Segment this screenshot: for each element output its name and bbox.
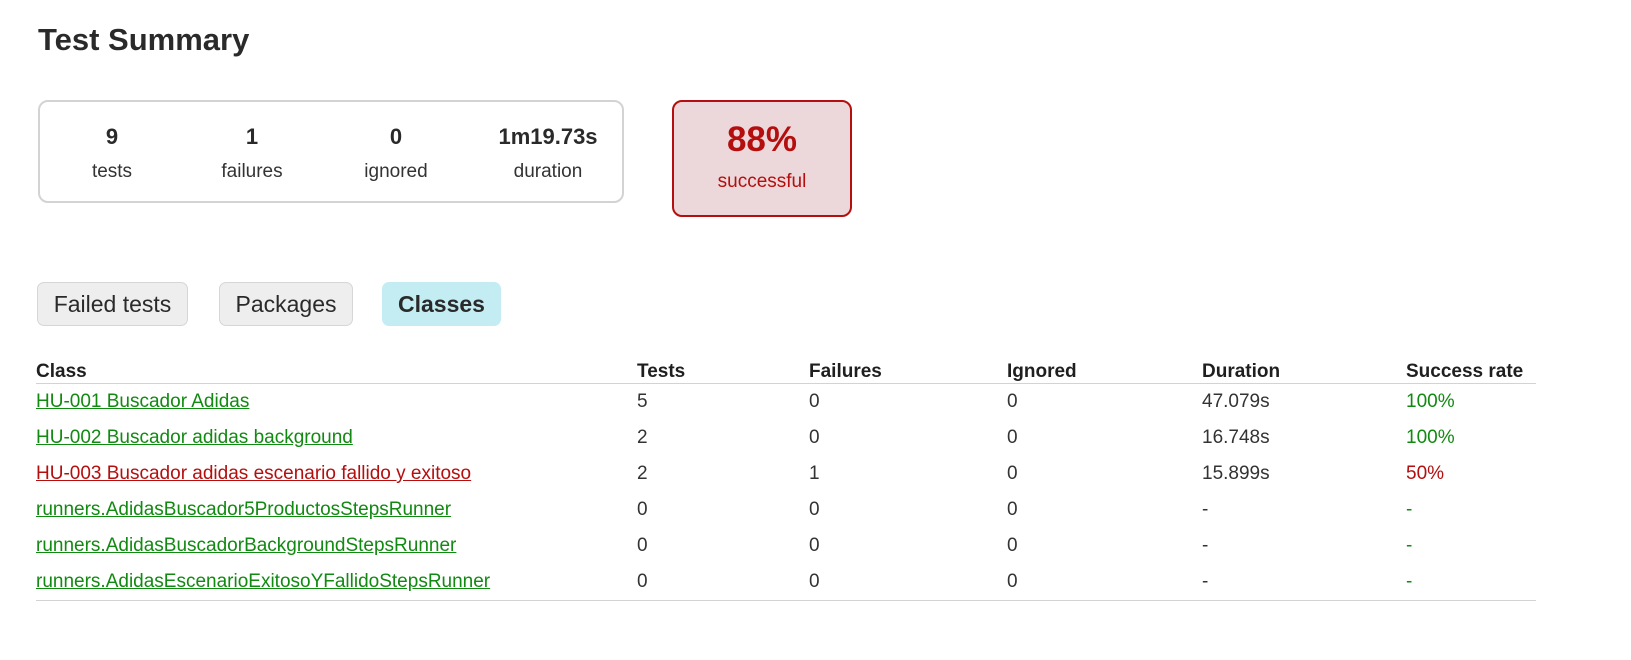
failures-cell: 0 — [809, 535, 820, 556]
success-rate-cell: - — [1406, 535, 1413, 556]
summary-box: 9 tests 1 failures 0 ignored 1m19.73s du… — [38, 100, 624, 203]
table-row: HU-002 Buscador adidas background 2 0 0 … — [36, 420, 1536, 456]
class-link[interactable]: runners.AdidasBuscador5ProductosStepsRun… — [36, 499, 451, 520]
table-header-row: Class Tests Failures Ignored Duration Su… — [36, 355, 1536, 384]
tab-packages[interactable]: Packages — [219, 282, 353, 326]
table-row: HU-001 Buscador Adidas 5 0 0 47.079s 100… — [36, 384, 1536, 421]
success-rate-cell: - — [1406, 564, 1536, 601]
success-rate-cell: 100% — [1406, 391, 1455, 412]
page-title: Test Summary — [38, 22, 250, 57]
tests-count: 9 — [105, 124, 119, 149]
ignored-cell: 0 — [1007, 391, 1018, 412]
tests-cell: 2 — [637, 427, 648, 448]
failures-cell: 0 — [809, 564, 1007, 601]
success-rate-label: successful — [717, 171, 807, 192]
ignored-cell: 0 — [1007, 499, 1018, 520]
class-link[interactable]: HU-003 Buscador adidas escenario fallido… — [36, 463, 471, 484]
tests-cell: 2 — [637, 463, 648, 484]
failures-cell: 0 — [809, 391, 820, 412]
success-rate-cell: - — [1406, 499, 1413, 520]
failures-cell: 0 — [809, 427, 820, 448]
ignored-count: 0 — [389, 124, 403, 149]
class-link[interactable]: HU-002 Buscador adidas background — [36, 427, 353, 448]
table-row: HU-003 Buscador adidas escenario fallido… — [36, 456, 1536, 492]
failures-cell: 1 — [809, 463, 820, 484]
class-link[interactable]: runners.AdidasEscenarioExitosoYFallidoSt… — [36, 571, 490, 592]
success-rate-value: 88% — [726, 120, 798, 159]
duration-cell: - — [1202, 499, 1209, 520]
tests-cell: 0 — [637, 499, 648, 520]
tab-classes[interactable]: Classes — [382, 282, 501, 326]
ignored-cell: 0 — [1007, 535, 1018, 556]
ignored-label: ignored — [364, 161, 428, 182]
duration-cell: 15.899s — [1202, 463, 1270, 484]
failures-cell: 0 — [809, 499, 820, 520]
success-rate-box: 88% successful — [672, 100, 852, 217]
tests-cell: 0 — [637, 564, 809, 601]
failures-stat: 1 failures — [212, 126, 292, 182]
class-link[interactable]: HU-001 Buscador Adidas — [36, 391, 249, 412]
class-link[interactable]: runners.AdidasBuscadorBackgroundStepsRun… — [36, 535, 456, 556]
header-success-rate: Success rate — [1406, 355, 1536, 384]
ignored-cell: 0 — [1007, 463, 1018, 484]
header-ignored: Ignored — [1007, 355, 1202, 384]
duration-label: duration — [513, 161, 583, 182]
duration-cell: 47.079s — [1202, 391, 1270, 412]
duration-cell: - — [1202, 535, 1209, 556]
failures-count: 1 — [245, 124, 259, 149]
tests-cell: 0 — [637, 535, 648, 556]
duration-stat: 1m19.73s duration — [488, 126, 608, 182]
table-row: runners.AdidasBuscadorBackgroundStepsRun… — [36, 528, 1536, 564]
classes-table: Class Tests Failures Ignored Duration Su… — [36, 355, 1536, 601]
duration-cell: - — [1202, 564, 1406, 601]
duration-cell: 16.748s — [1202, 427, 1270, 448]
tests-cell: 5 — [637, 391, 648, 412]
header-tests: Tests — [637, 355, 809, 384]
table-row: runners.AdidasBuscador5ProductosStepsRun… — [36, 492, 1536, 528]
tests-label: tests — [91, 161, 133, 182]
failures-label: failures — [221, 161, 283, 182]
tab-failed-tests[interactable]: Failed tests — [37, 282, 188, 326]
table-row: runners.AdidasEscenarioExitosoYFallidoSt… — [36, 564, 1536, 601]
success-rate-cell: 50% — [1406, 463, 1445, 484]
duration-value: 1m19.73s — [498, 124, 598, 149]
header-duration: Duration — [1202, 355, 1406, 384]
header-failures: Failures — [809, 355, 1007, 384]
ignored-cell: 0 — [1007, 427, 1018, 448]
tests-stat: 9 tests — [82, 126, 142, 182]
ignored-stat: 0 ignored — [356, 126, 436, 182]
success-rate-cell: 100% — [1406, 427, 1455, 448]
header-class: Class — [36, 355, 637, 384]
ignored-cell: 0 — [1007, 564, 1202, 601]
